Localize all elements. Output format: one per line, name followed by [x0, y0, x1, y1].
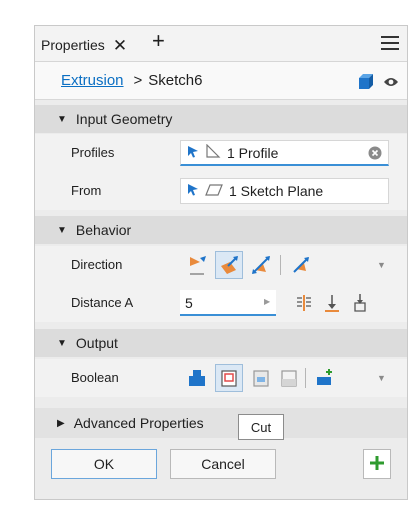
profile-icon — [205, 143, 221, 161]
clear-icon[interactable] — [368, 146, 382, 163]
from-row: From 1 Sketch Plane — [35, 172, 407, 210]
hamburger-menu-icon[interactable] — [381, 36, 399, 54]
collapse-triangle-icon: ▼ — [57, 337, 67, 349]
section-title: Output — [75, 335, 118, 351]
distance-through-all-icon[interactable] — [346, 289, 374, 317]
from-selector[interactable]: 1 Sketch Plane — [180, 178, 389, 204]
breadcrumb-current: Sketch6 — [148, 72, 203, 89]
section-advanced-properties[interactable]: ▶ Advanced Properties — [35, 408, 407, 438]
boolean-join-icon[interactable] — [183, 364, 211, 392]
tab-bar: Properties ✕ + — [35, 26, 407, 62]
select-arrow-icon — [187, 183, 199, 199]
direction-default-icon[interactable] — [183, 251, 211, 279]
cancel-button[interactable]: Cancel — [170, 449, 276, 479]
collapse-triangle-icon: ▼ — [57, 224, 67, 236]
apply-plus-button[interactable] — [363, 449, 391, 479]
direction-flipped-icon[interactable] — [215, 251, 243, 279]
distance-extent-icon[interactable] — [290, 289, 318, 317]
breadcrumb-extrusion-link[interactable]: Extrusion — [61, 72, 124, 89]
profiles-label: Profiles — [71, 145, 115, 160]
add-tab-icon[interactable]: + — [152, 30, 165, 52]
direction-asymmetric-icon[interactable] — [287, 251, 315, 279]
eye-icon[interactable] — [383, 75, 399, 91]
tab-label: Properties — [41, 37, 105, 53]
profiles-selector[interactable]: 1 Profile — [180, 140, 389, 166]
direction-row: Direction ▼ — [35, 246, 407, 284]
breadcrumb: Extrusion > Sketch6 — [35, 62, 407, 100]
from-label: From — [71, 183, 102, 198]
distance-row: Distance A 5 ▶ — [35, 284, 407, 322]
boolean-row: Boolean ▼ — [35, 359, 407, 397]
close-icon[interactable]: ✕ — [113, 37, 127, 54]
collapse-triangle-icon: ▼ — [57, 113, 67, 125]
properties-panel: Properties ✕ + Extrusion > Sketch6 ▼ Inp… — [34, 25, 408, 500]
section-behavior[interactable]: ▼ Behavior — [35, 216, 407, 244]
cube-icon[interactable] — [357, 73, 375, 93]
chevron-down-icon[interactable]: ▼ — [377, 373, 386, 383]
section-output[interactable]: ▼ Output — [35, 329, 407, 357]
section-title: Behavior — [75, 222, 132, 238]
divider — [305, 368, 306, 388]
profiles-row: Profiles 1 Profile — [35, 134, 407, 172]
ok-button[interactable]: OK — [51, 449, 157, 479]
distance-to-icon[interactable] — [318, 289, 346, 317]
boolean-label: Boolean — [71, 370, 119, 385]
chevron-down-icon[interactable]: ▼ — [377, 260, 386, 270]
profiles-value: 1 Profile — [227, 144, 279, 161]
divider — [280, 255, 281, 275]
dialog-footer: OK Cancel — [35, 440, 407, 490]
distance-a-label: Distance A — [71, 295, 134, 310]
boolean-cut-icon[interactable] — [215, 364, 243, 392]
chevron-right-icon[interactable]: ▶ — [264, 297, 270, 306]
direction-symmetric-icon[interactable] — [247, 251, 275, 279]
select-arrow-icon — [187, 145, 199, 161]
tab-properties[interactable]: Properties ✕ — [41, 32, 127, 58]
section-input-geometry[interactable]: ▼ Input Geometry — [35, 105, 407, 133]
boolean-new-solid-icon[interactable] — [275, 364, 303, 392]
breadcrumb-separator: > — [133, 72, 143, 89]
direction-label: Direction — [71, 257, 123, 272]
boolean-new-body-icon[interactable] — [311, 364, 339, 392]
distance-a-input[interactable]: 5 — [180, 290, 276, 316]
expand-triangle-icon: ▶ — [57, 417, 65, 429]
plus-icon — [368, 454, 386, 475]
boolean-intersect-icon[interactable] — [247, 364, 275, 392]
section-title: Advanced Properties — [73, 415, 204, 431]
tooltip-cut: Cut — [238, 414, 284, 440]
from-value: 1 Sketch Plane — [229, 183, 324, 199]
section-title: Input Geometry — [75, 111, 173, 127]
sketch-plane-icon — [205, 183, 223, 199]
